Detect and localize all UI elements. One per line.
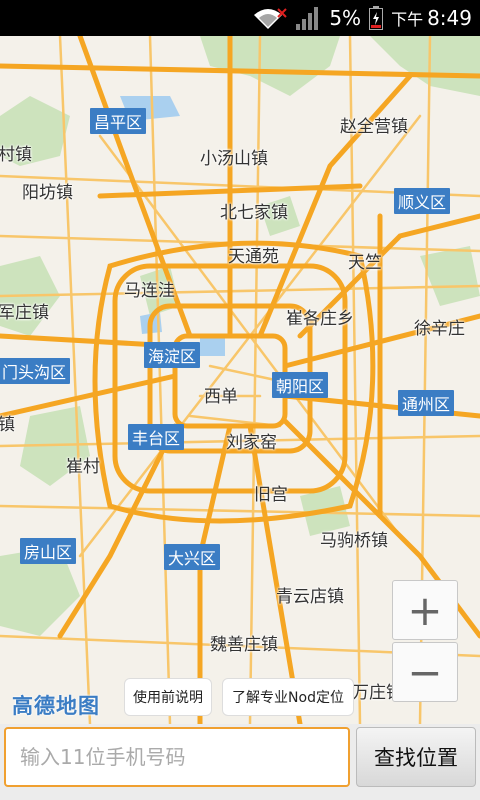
place-label: 旧宫 — [254, 485, 288, 505]
place-label: 崔村 — [66, 457, 100, 477]
clock: 下午 8:49 — [391, 6, 472, 30]
find-location-button[interactable]: 查找位置 — [356, 727, 476, 787]
zoom-in-button[interactable]: + — [392, 580, 458, 640]
place-label: 魏善庄镇 — [210, 635, 278, 655]
place-label: 赵全营镇 — [340, 117, 408, 137]
clock-time: 8:49 — [427, 6, 472, 30]
place-label: 天竺 — [348, 253, 382, 273]
place-label: 崔各庄乡 — [286, 309, 354, 329]
place-label: 马连洼 — [124, 281, 175, 301]
battery-icon — [369, 6, 384, 30]
map-view[interactable]: 赵全营镇 小汤山镇 阳坊镇 北七家镇 天通苑 天竺 马连洼 崔各庄乡 徐辛庄 军… — [0, 36, 480, 724]
district-label: 大兴区 — [164, 544, 221, 570]
place-label: 刘家窑 — [226, 433, 277, 453]
place-label: 天通苑 — [228, 247, 279, 267]
phone-number-input[interactable] — [4, 727, 350, 787]
district-label: 通州区 — [398, 390, 455, 416]
district-label: 昌平区 — [90, 108, 147, 134]
district-label: 海淀区 — [144, 342, 201, 368]
battery-percent: 5% — [329, 6, 362, 30]
status-bar: 5% 下午 8:49 — [0, 0, 480, 36]
district-label: 朝阳区 — [272, 372, 329, 398]
place-label: 马驹桥镇 — [320, 531, 388, 551]
amap-logo: 高德地图 — [12, 694, 100, 718]
place-label: 军庄镇 — [0, 303, 49, 323]
district-label: 房山区 — [20, 538, 77, 564]
place-label: 北七家镇 — [220, 203, 288, 223]
place-label: 小汤山镇 — [200, 149, 268, 169]
place-label: 西单 — [204, 387, 238, 407]
clock-period: 下午 — [391, 10, 424, 29]
learn-more-button[interactable]: 了解专业Nod定位 — [222, 678, 354, 716]
zoom-out-button[interactable]: − — [392, 642, 458, 702]
no-signal-icon — [277, 8, 288, 18]
district-label: 门头沟区 — [0, 358, 71, 384]
bottom-bar: 查找位置 — [0, 724, 480, 800]
cell-signal-icon — [295, 6, 321, 30]
place-label: 青云店镇 — [276, 587, 344, 607]
district-label: 丰台区 — [128, 424, 185, 450]
instructions-button[interactable]: 使用前说明 — [124, 678, 212, 716]
place-label: 徐辛庄 — [414, 319, 465, 339]
district-label: 顺义区 — [394, 188, 451, 214]
place-label: 阳坊镇 — [22, 183, 73, 203]
place-label: 村镇 — [0, 145, 32, 165]
place-label: 镇 — [0, 415, 15, 435]
